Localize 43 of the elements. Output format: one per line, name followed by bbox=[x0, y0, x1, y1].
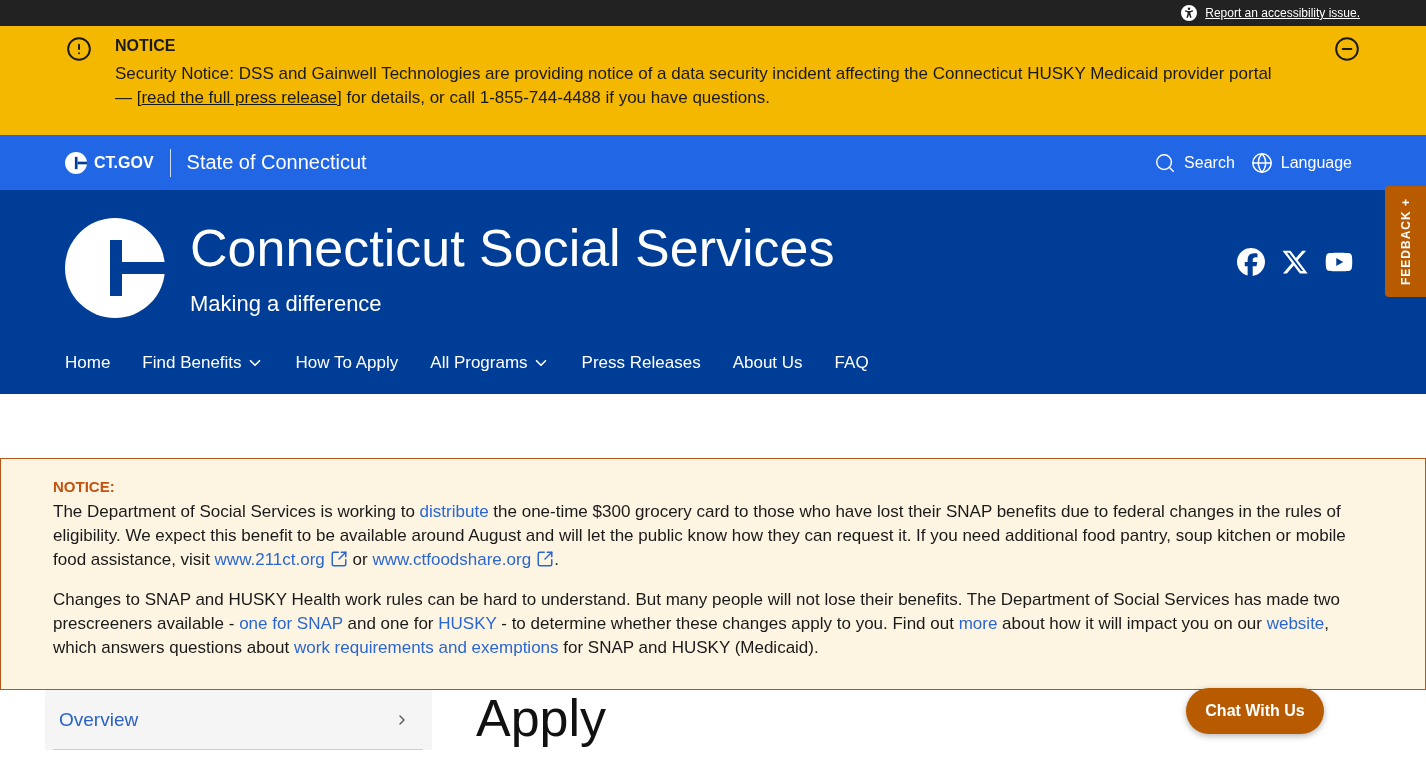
text-link[interactable]: work requirements and exemptions bbox=[294, 638, 559, 657]
nav-menu[interactable]: All Programs bbox=[430, 352, 550, 374]
notice-message: Security Notice: DSS and Gainwell Technologies are providing notice of a data security incident affecting the Connecticut HUSKY Medicaid provider portal — [read the full press release] for details, or call 1-855-744-4488 if you have questions. bbox=[115, 63, 1273, 109]
accessibility-link[interactable]: Report an accessibility issue. bbox=[1205, 6, 1360, 20]
feedback-tab[interactable]: FEEDBACK + bbox=[1385, 186, 1426, 297]
nav-link[interactable]: Press Releases bbox=[581, 352, 701, 374]
sidebar-link[interactable]: Overview bbox=[53, 690, 423, 750]
notice-paragraph: The Department of Social Services is working to distribute the one-time $300 grocery card to those who have lost their SNAP benefits due to federal changes in the rules of eligibility. We expect this benefit to be available around August and will let the public know how they can request it. If you need additional food pantry, soup kitchen or mobile food assistance, visit www.211ct.org or www.ctfoodshare.org . bbox=[53, 501, 1347, 571]
nav-link[interactable]: FAQ bbox=[834, 352, 869, 374]
text-link[interactable]: website bbox=[1266, 614, 1325, 633]
notice-heading: NOTICE: bbox=[53, 477, 116, 497]
nav-link[interactable]: How To Apply bbox=[295, 352, 399, 374]
text-link[interactable]: www.211ct.org bbox=[214, 550, 325, 569]
logo-text: CT.GOV bbox=[94, 153, 154, 172]
collapse-icon[interactable] bbox=[1334, 36, 1360, 62]
globe-icon bbox=[1250, 151, 1273, 174]
text-link[interactable]: www.ctfoodshare.org bbox=[372, 550, 532, 569]
search-icon bbox=[1154, 151, 1177, 174]
agency-logo-icon bbox=[65, 218, 165, 318]
facebook-icon[interactable] bbox=[1237, 248, 1265, 276]
state-logo-icon bbox=[65, 151, 87, 174]
site-title: Connecticut Social Services bbox=[190, 218, 835, 278]
alert-icon bbox=[66, 36, 92, 62]
search-button[interactable]: Search bbox=[1154, 151, 1235, 174]
accessibility-icon bbox=[1181, 5, 1198, 21]
chat-button[interactable]: Chat With Us bbox=[1186, 688, 1324, 734]
nav-link[interactable]: About Us bbox=[732, 352, 803, 374]
state-name: State of Connecticut bbox=[186, 151, 367, 174]
page-heading: Apply bbox=[476, 690, 607, 749]
text-link[interactable]: more bbox=[958, 614, 998, 633]
text-link[interactable]: one for SNAP bbox=[239, 614, 343, 633]
external-link-icon bbox=[536, 550, 555, 568]
external-link-icon bbox=[329, 550, 348, 568]
nav-menu[interactable]: Find Benefits bbox=[142, 352, 264, 374]
x-logo-icon[interactable] bbox=[1281, 248, 1309, 276]
nav-link[interactable]: Home bbox=[65, 352, 111, 374]
notice-paragraph: Changes to SNAP and HUSKY Health work rules can be hard to understand. But many people will not lose their benefits. The Department of Social Services has made two prescreeners available - one for SNAP and one for HUSKY - to determine whether these changes apply to you. Find out more about how it will impact you on our website, which answers questions about work requirements and exemptions for SNAP and HUSKY (Medicaid). bbox=[53, 589, 1342, 659]
text-link[interactable]: HUSKY bbox=[438, 614, 497, 633]
text-link[interactable]: distribute bbox=[419, 502, 489, 521]
press-release-link[interactable]: read the full press release bbox=[141, 88, 338, 107]
notice-title: NOTICE bbox=[115, 36, 177, 56]
site-tagline: Making a difference bbox=[190, 292, 383, 316]
language-button[interactable]: Language bbox=[1250, 151, 1352, 174]
